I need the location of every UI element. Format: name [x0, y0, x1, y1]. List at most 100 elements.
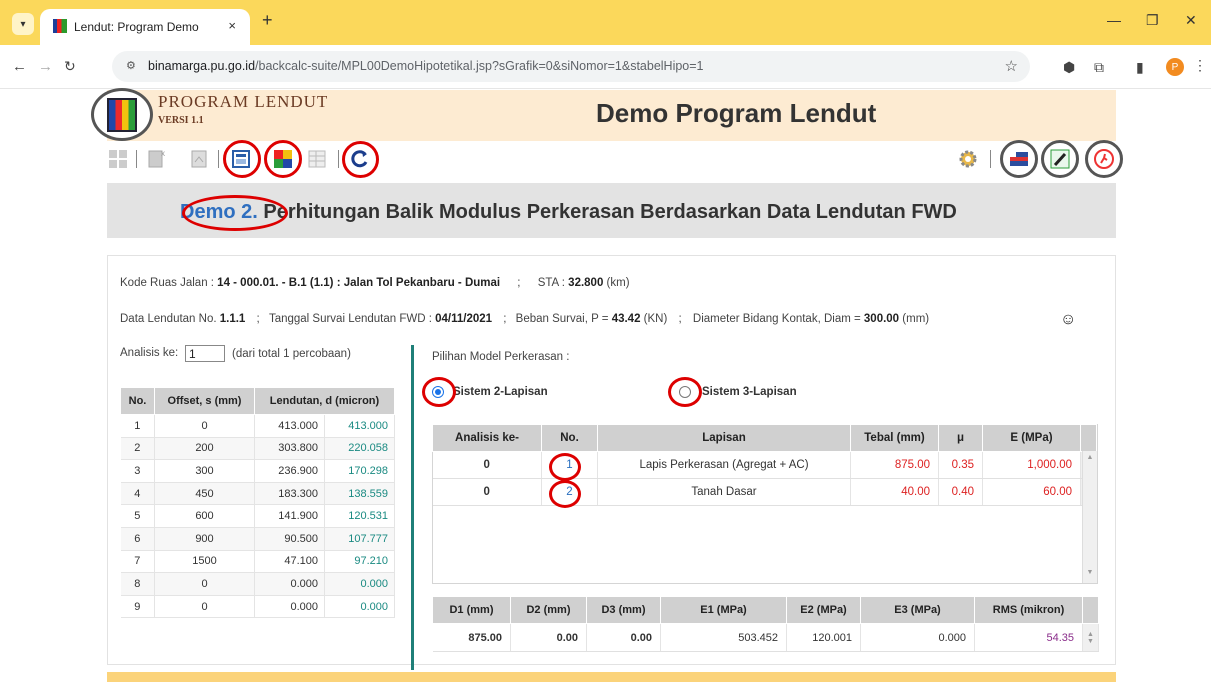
exit-highlight	[1085, 140, 1123, 178]
row-offset: 1500	[154, 550, 255, 574]
column-header: No.	[541, 424, 598, 452]
row-lendutan-calc: 0.000	[324, 595, 395, 619]
row-offset: 0	[154, 414, 255, 438]
document-icon[interactable]	[188, 148, 210, 170]
road-info-line: Kode Ruas Jalan : 14 - 000.01. - B.1 (1.…	[120, 277, 630, 289]
row-lendutan-calc: 97.210	[324, 550, 395, 574]
lapisan-scrollbar[interactable]: ▲ ▼	[1082, 451, 1097, 583]
address-bar-row: ← → ↻ ⚙ binamarga.pu.go.id/backcalc-suit…	[0, 45, 1211, 89]
favicon-icon	[53, 19, 67, 33]
section-title: Demo 2. Perhitungan Balik Modulus Perker…	[180, 201, 957, 224]
kode-value: 14 - 000.01. - B.1 (1.1) : Jalan Tol Pek…	[217, 277, 501, 289]
row-tebal: 875.00	[850, 451, 939, 479]
url-text[interactable]: binamarga.pu.go.id/backcalc-suite/MPL00D…	[148, 59, 704, 73]
browser-tab-strip: ▾ Lendut: Program Demo × + — ❐ ✕	[0, 0, 1211, 45]
reload-icon[interactable]: ↻	[64, 58, 76, 75]
row-lendutan-measured: 236.900	[254, 459, 325, 483]
tab-search-icon[interactable]: ▾	[12, 13, 34, 35]
back-icon[interactable]: ←	[12, 58, 27, 75]
toolbar-divider	[218, 150, 219, 168]
address-bar[interactable]: ⚙ binamarga.pu.go.id/backcalc-suite/MPL0…	[112, 51, 1030, 82]
result-table: D1 (mm) D2 (mm) D3 (mm) E1 (MPa) E2 (MPa…	[432, 596, 1099, 652]
row-no: 6	[120, 527, 155, 551]
e1-value: 503.452	[660, 623, 787, 652]
analisis-label: Analisis ke:	[120, 347, 179, 359]
column-header: E1 (MPa)	[660, 596, 787, 624]
restore-icon[interactable]: ❐	[1146, 12, 1159, 29]
panel-divider	[411, 345, 414, 670]
separator: ;	[503, 313, 507, 325]
app-logo[interactable]	[91, 88, 153, 141]
extension-shield-icon[interactable]: ⬢	[1063, 59, 1075, 76]
new-tab-icon[interactable]: +	[262, 10, 273, 31]
column-header: No.	[120, 387, 155, 415]
row-lendutan-measured: 90.500	[254, 527, 325, 551]
browser-tab[interactable]: Lendut: Program Demo ×	[40, 9, 250, 45]
sta-value: 32.800	[568, 277, 604, 289]
lendutan-table: No. Offset, s (mm) Lendutan, d (micron) …	[120, 387, 395, 619]
lendutan-row: 8 0 0.000 0.000	[120, 572, 395, 596]
radio-3-lapisan-label[interactable]: Sistem 3-Lapisan	[702, 386, 797, 398]
beban-value: 43.42	[611, 313, 641, 325]
lendutan-row: 5 600 141.900 120.531	[120, 504, 395, 528]
forward-icon[interactable]: →	[38, 58, 53, 75]
lapisan-table: Analisis ke- No. Lapisan Tebal (mm) μ E …	[432, 424, 1097, 506]
settings-gear-icon[interactable]	[957, 148, 979, 170]
smiley-icon[interactable]: ☺	[1060, 311, 1076, 329]
tab-close-icon[interactable]: ×	[228, 18, 236, 33]
diam-unit: (mm)	[899, 313, 930, 325]
row-mu: 0.35	[938, 451, 983, 479]
lapisan-row[interactable]: 0 1 Lapis Perkerasan (Agregat + AC) 875.00 0…	[432, 451, 1097, 479]
table-icon[interactable]	[306, 148, 328, 170]
add-icon[interactable]	[107, 148, 129, 170]
section-title-text: Perhitungan Balik Modulus Perkerasan Ber…	[257, 201, 957, 223]
extensions-puzzle-icon[interactable]: ⧉	[1094, 59, 1104, 76]
svg-text:x: x	[161, 149, 165, 158]
d3-value: 0.00	[586, 623, 661, 652]
row-lendutan-measured: 0.000	[254, 572, 325, 596]
toolbar-divider	[338, 150, 339, 168]
analisis-input[interactable]	[185, 345, 225, 362]
profile-avatar[interactable]: P	[1166, 58, 1184, 76]
side-panel-icon[interactable]: ▮	[1136, 59, 1144, 76]
d1-value: 875.00	[432, 623, 511, 652]
row-lapisan: Lapis Perkerasan (Agregat + AC)	[597, 451, 851, 479]
minimize-icon[interactable]: —	[1107, 12, 1121, 28]
footer-bar	[107, 672, 1116, 682]
row-tebal: 40.00	[850, 478, 939, 506]
row-no: 1	[120, 414, 155, 438]
no-2-highlight	[549, 480, 581, 508]
row-lendutan-calc: 220.058	[324, 437, 395, 461]
bookmark-star-icon[interactable]: ☆	[1005, 57, 1018, 75]
diam-value: 300.00	[863, 313, 900, 325]
separator: ;	[678, 313, 682, 325]
lapisan-row[interactable]: 0 2 Tanah Dasar 40.00 0.40 60.00	[432, 478, 1097, 506]
e3-value: 0.000	[860, 623, 975, 652]
row-lendutan-measured: 0.000	[254, 595, 325, 619]
refresh-highlight	[342, 141, 379, 178]
radio-3-highlight	[668, 377, 702, 407]
toolbar-divider	[990, 150, 991, 168]
close-window-icon[interactable]: ✕	[1185, 12, 1197, 29]
site-info-icon[interactable]: ⚙	[126, 59, 136, 72]
radio-2-lapisan-label[interactable]: Sistem 2-Lapisan	[453, 386, 548, 398]
row-offset: 450	[154, 482, 255, 506]
demo-label-highlight	[182, 195, 288, 231]
column-header-spacer	[1082, 596, 1099, 624]
separator: ;	[517, 277, 521, 289]
column-header: Lapisan	[597, 424, 851, 452]
d2-value: 0.00	[510, 623, 587, 652]
row-lendutan-measured: 413.000	[254, 414, 325, 438]
row-lendutan-measured: 303.800	[254, 437, 325, 461]
row-lendutan-measured: 183.300	[254, 482, 325, 506]
browser-menu-icon[interactable]: ⋮	[1193, 57, 1207, 74]
row-lendutan-calc: 138.559	[324, 482, 395, 506]
analisis-note: (dari total 1 percobaan)	[232, 348, 351, 360]
result-spinner[interactable]: ▲ ▼	[1082, 623, 1099, 652]
sta-unit: (km)	[603, 277, 630, 289]
export-excel-icon[interactable]: x	[146, 148, 168, 170]
rms-value: 54.35	[974, 623, 1083, 652]
row-no: 9	[120, 595, 155, 619]
row-lendutan-measured: 141.900	[254, 504, 325, 528]
row-lendutan-calc: 0.000	[324, 572, 395, 596]
